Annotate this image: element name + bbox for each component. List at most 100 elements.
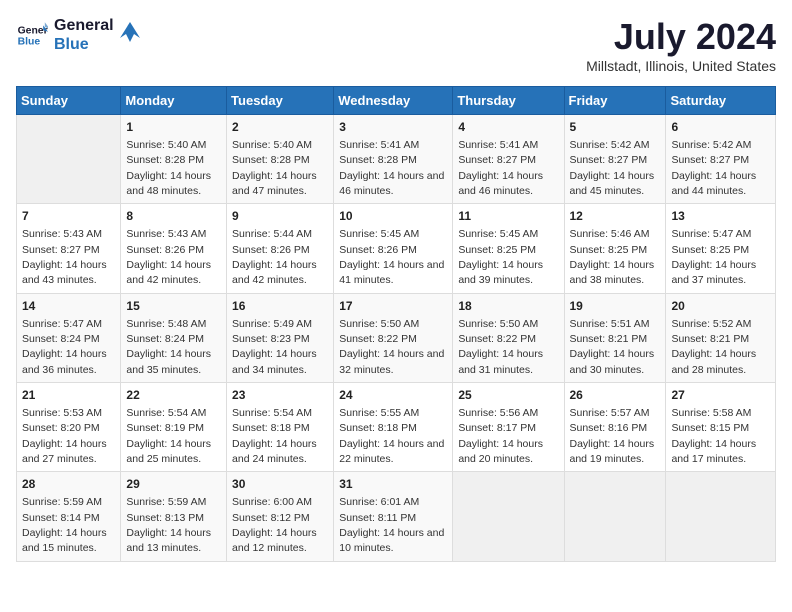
day-info: Sunrise: 5:44 AMSunset: 8:26 PMDaylight:… xyxy=(232,228,317,286)
day-info: Sunrise: 5:47 AMSunset: 8:25 PMDaylight:… xyxy=(671,228,756,286)
header-friday: Friday xyxy=(564,87,666,115)
calendar-cell: 6Sunrise: 5:42 AMSunset: 8:27 PMDaylight… xyxy=(666,115,776,204)
week-row-3: 21Sunrise: 5:53 AMSunset: 8:20 PMDayligh… xyxy=(17,383,776,472)
day-number: 29 xyxy=(126,476,221,493)
day-info: Sunrise: 5:55 AMSunset: 8:18 PMDaylight:… xyxy=(339,407,444,465)
day-number: 11 xyxy=(458,208,558,225)
calendar-cell xyxy=(666,472,776,561)
svg-text:Blue: Blue xyxy=(18,37,41,48)
calendar-cell: 9 Sunrise: 5:44 AMSunset: 8:26 PMDaylight… xyxy=(227,204,334,293)
day-number: 31 xyxy=(339,476,447,493)
day-info: Sunrise: 5:42 AMSunset: 8:27 PMDaylight:… xyxy=(570,139,655,197)
day-info: Sunrise: 5:40 AMSunset: 8:28 PMDaylight:… xyxy=(126,139,211,197)
day-info: Sunrise: 5:58 AMSunset: 8:15 PMDaylight:… xyxy=(671,407,756,465)
calendar-cell: 10 Sunrise: 5:45 AMSunset: 8:26 PMDayligh… xyxy=(334,204,453,293)
day-info: Sunrise: 5:54 AMSunset: 8:19 PMDaylight:… xyxy=(126,407,211,465)
calendar-cell: 18 Sunrise: 5:50 AMSunset: 8:22 PMDayligh… xyxy=(453,293,564,382)
day-number: 8 xyxy=(126,208,221,225)
day-number: 26 xyxy=(570,387,661,404)
week-row-2: 14 Sunrise: 5:47 AMSunset: 8:24 PMDayligh… xyxy=(17,293,776,382)
day-info: Sunrise: 5:51 AMSunset: 8:21 PMDaylight:… xyxy=(570,318,655,376)
day-info: Sunrise: 5:53 AMSunset: 8:20 PMDaylight:… xyxy=(22,407,107,465)
day-number: 15 xyxy=(126,298,221,315)
day-info: Sunrise: 5:40 AMSunset: 8:28 PMDaylight:… xyxy=(232,139,317,197)
day-info: Sunrise: 5:50 AMSunset: 8:22 PMDaylight:… xyxy=(458,318,543,376)
calendar-cell: 19 Sunrise: 5:51 AMSunset: 8:21 PMDayligh… xyxy=(564,293,666,382)
day-info: Sunrise: 5:43 AMSunset: 8:26 PMDaylight:… xyxy=(126,228,211,286)
calendar-cell: 21Sunrise: 5:53 AMSunset: 8:20 PMDayligh… xyxy=(17,383,121,472)
main-title: July 2024 xyxy=(586,16,776,58)
day-number: 17 xyxy=(339,298,447,315)
calendar-cell: 30 Sunrise: 6:00 AMSunset: 8:12 PMDayligh… xyxy=(227,472,334,561)
day-number: 14 xyxy=(22,298,115,315)
calendar-cell: 1 Sunrise: 5:40 AMSunset: 8:28 PMDaylight… xyxy=(121,115,227,204)
calendar-cell: 27 Sunrise: 5:58 AMSunset: 8:15 PMDayligh… xyxy=(666,383,776,472)
calendar-table: SundayMondayTuesdayWednesdayThursdayFrid… xyxy=(16,86,776,562)
day-info: Sunrise: 5:46 AMSunset: 8:25 PMDaylight:… xyxy=(570,228,655,286)
day-info: Sunrise: 5:59 AMSunset: 8:13 PMDaylight:… xyxy=(126,496,211,554)
day-number: 25 xyxy=(458,387,558,404)
day-number: 16 xyxy=(232,298,328,315)
title-block: July 2024 Millstadt, Illinois, United St… xyxy=(586,16,776,74)
day-info: Sunrise: 5:48 AMSunset: 8:24 PMDaylight:… xyxy=(126,318,211,376)
header-wednesday: Wednesday xyxy=(334,87,453,115)
calendar-cell: 26 Sunrise: 5:57 AMSunset: 8:16 PMDayligh… xyxy=(564,383,666,472)
day-info: Sunrise: 5:50 AMSunset: 8:22 PMDaylight:… xyxy=(339,318,444,376)
calendar-cell: 20Sunrise: 5:52 AMSunset: 8:21 PMDayligh… xyxy=(666,293,776,382)
header-thursday: Thursday xyxy=(453,87,564,115)
week-row-1: 7 Sunrise: 5:43 AMSunset: 8:27 PMDaylight… xyxy=(17,204,776,293)
day-info: Sunrise: 6:01 AMSunset: 8:11 PMDaylight:… xyxy=(339,496,444,554)
header-saturday: Saturday xyxy=(666,87,776,115)
calendar-cell: 4Sunrise: 5:41 AMSunset: 8:27 PMDaylight… xyxy=(453,115,564,204)
logo-icon: General Blue xyxy=(16,19,48,51)
day-number: 30 xyxy=(232,476,328,493)
calendar-cell: 16 Sunrise: 5:49 AMSunset: 8:23 PMDayligh… xyxy=(227,293,334,382)
calendar-cell: 28Sunrise: 5:59 AMSunset: 8:14 PMDayligh… xyxy=(17,472,121,561)
subtitle: Millstadt, Illinois, United States xyxy=(586,58,776,74)
day-number: 19 xyxy=(570,298,661,315)
day-number: 23 xyxy=(232,387,328,404)
logo-blue: Blue xyxy=(54,35,114,54)
calendar-cell: 24Sunrise: 5:55 AMSunset: 8:18 PMDayligh… xyxy=(334,383,453,472)
day-number: 18 xyxy=(458,298,558,315)
calendar-cell: 23Sunrise: 5:54 AMSunset: 8:18 PMDayligh… xyxy=(227,383,334,472)
week-row-4: 28Sunrise: 5:59 AMSunset: 8:14 PMDayligh… xyxy=(17,472,776,561)
calendar-cell: 14 Sunrise: 5:47 AMSunset: 8:24 PMDayligh… xyxy=(17,293,121,382)
calendar-header: SundayMondayTuesdayWednesdayThursdayFrid… xyxy=(17,87,776,115)
day-number: 12 xyxy=(570,208,661,225)
calendar-cell: 12 Sunrise: 5:46 AMSunset: 8:25 PMDayligh… xyxy=(564,204,666,293)
page-header: General Blue General Blue July 2024 Mill… xyxy=(16,16,776,74)
day-info: Sunrise: 5:57 AMSunset: 8:16 PMDaylight:… xyxy=(570,407,655,465)
day-info: Sunrise: 5:49 AMSunset: 8:23 PMDaylight:… xyxy=(232,318,317,376)
calendar-cell: 7 Sunrise: 5:43 AMSunset: 8:27 PMDaylight… xyxy=(17,204,121,293)
calendar-cell: 3 Sunrise: 5:41 AMSunset: 8:28 PMDaylight… xyxy=(334,115,453,204)
day-number: 7 xyxy=(22,208,115,225)
day-info: Sunrise: 5:59 AMSunset: 8:14 PMDaylight:… xyxy=(22,496,107,554)
day-number: 22 xyxy=(126,387,221,404)
day-number: 5 xyxy=(570,119,661,136)
header-tuesday: Tuesday xyxy=(227,87,334,115)
day-info: Sunrise: 5:41 AMSunset: 8:27 PMDaylight:… xyxy=(458,139,543,197)
day-number: 27 xyxy=(671,387,770,404)
day-number: 20 xyxy=(671,298,770,315)
day-number: 3 xyxy=(339,119,447,136)
day-number: 10 xyxy=(339,208,447,225)
calendar-cell: 22 Sunrise: 5:54 AMSunset: 8:19 PMDayligh… xyxy=(121,383,227,472)
header-monday: Monday xyxy=(121,87,227,115)
day-info: Sunrise: 5:56 AMSunset: 8:17 PMDaylight:… xyxy=(458,407,543,465)
calendar-cell: 15 Sunrise: 5:48 AMSunset: 8:24 PMDayligh… xyxy=(121,293,227,382)
calendar-cell: 2Sunrise: 5:40 AMSunset: 8:28 PMDaylight… xyxy=(227,115,334,204)
calendar-cell xyxy=(564,472,666,561)
logo-bird-icon xyxy=(120,20,140,50)
day-info: Sunrise: 5:45 AMSunset: 8:25 PMDaylight:… xyxy=(458,228,543,286)
calendar-cell xyxy=(453,472,564,561)
calendar-cell: 8 Sunrise: 5:43 AMSunset: 8:26 PMDaylight… xyxy=(121,204,227,293)
day-number: 9 xyxy=(232,208,328,225)
calendar-cell: 31 Sunrise: 6:01 AMSunset: 8:11 PMDayligh… xyxy=(334,472,453,561)
day-info: Sunrise: 5:41 AMSunset: 8:28 PMDaylight:… xyxy=(339,139,444,197)
day-number: 1 xyxy=(126,119,221,136)
day-info: Sunrise: 5:47 AMSunset: 8:24 PMDaylight:… xyxy=(22,318,107,376)
day-info: Sunrise: 5:45 AMSunset: 8:26 PMDaylight:… xyxy=(339,228,444,286)
day-info: Sunrise: 5:43 AMSunset: 8:27 PMDaylight:… xyxy=(22,228,107,286)
day-info: Sunrise: 6:00 AMSunset: 8:12 PMDaylight:… xyxy=(232,496,317,554)
